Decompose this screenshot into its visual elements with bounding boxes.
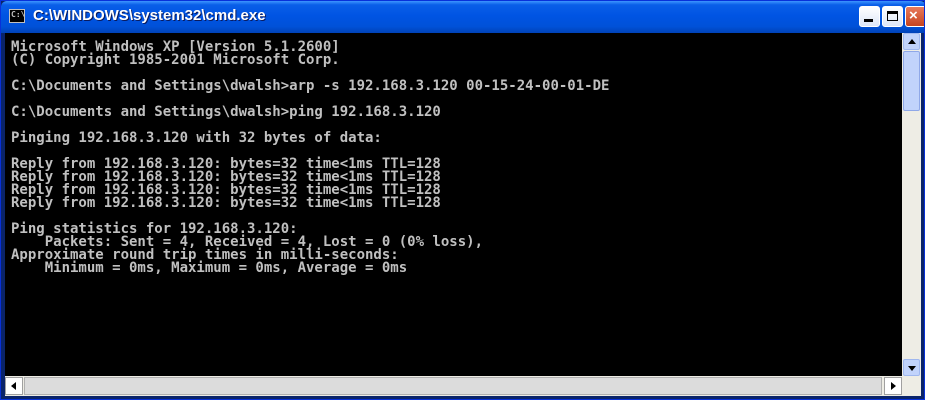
console-line: Minimum = 0ms, Maximum = 0ms, Average = … — [11, 260, 408, 276]
scroll-up-button[interactable] — [903, 33, 920, 50]
horizontal-scrollbar[interactable] — [5, 376, 902, 396]
scroll-right-button[interactable] — [884, 377, 902, 395]
arrow-right-icon — [891, 382, 896, 390]
console-line: C:\Documents and Settings\dwalsh>ping 19… — [11, 104, 441, 120]
console-line: (C) Copyright 1985-2001 Microsoft Corp. — [11, 52, 340, 68]
console-line: C:\Documents and Settings\dwalsh>arp -s … — [11, 78, 610, 94]
scroll-down-button[interactable] — [903, 359, 920, 376]
arrow-down-icon — [908, 366, 916, 371]
cmd-prompt-icon-glyph: C:\ — [11, 10, 26, 19]
vertical-scroll-thumb[interactable] — [903, 51, 920, 111]
title-bar[interactable]: C:\ C:\WINDOWS\system32\cmd.exe × — [1, 1, 924, 33]
console-text: Microsoft Windows XP [Version 5.1.2600] … — [5, 33, 902, 275]
cmd-prompt-icon[interactable]: C:\ — [9, 9, 25, 23]
scrollbar-corner — [902, 376, 921, 396]
window-title: C:\WINDOWS\system32\cmd.exe — [33, 7, 266, 24]
minimize-icon — [864, 19, 873, 22]
close-icon: × — [909, 7, 918, 24]
maximize-button[interactable] — [882, 6, 903, 27]
close-button[interactable]: × — [905, 6, 924, 27]
console-line: Reply from 192.168.3.120: bytes=32 time<… — [11, 195, 441, 211]
console-output-area[interactable]: Microsoft Windows XP [Version 5.1.2600] … — [5, 33, 902, 376]
horizontal-scroll-thumb[interactable] — [24, 377, 882, 395]
arrow-up-icon — [908, 39, 916, 44]
vertical-scrollbar[interactable] — [902, 33, 921, 376]
arrow-left-icon — [11, 382, 16, 390]
maximize-icon — [887, 11, 898, 21]
scroll-left-button[interactable] — [5, 377, 23, 395]
cmd-window: C:\ C:\WINDOWS\system32\cmd.exe × Micros… — [0, 0, 925, 400]
console-line: Pinging 192.168.3.120 with 32 bytes of d… — [11, 130, 382, 146]
minimize-button[interactable] — [859, 6, 880, 27]
